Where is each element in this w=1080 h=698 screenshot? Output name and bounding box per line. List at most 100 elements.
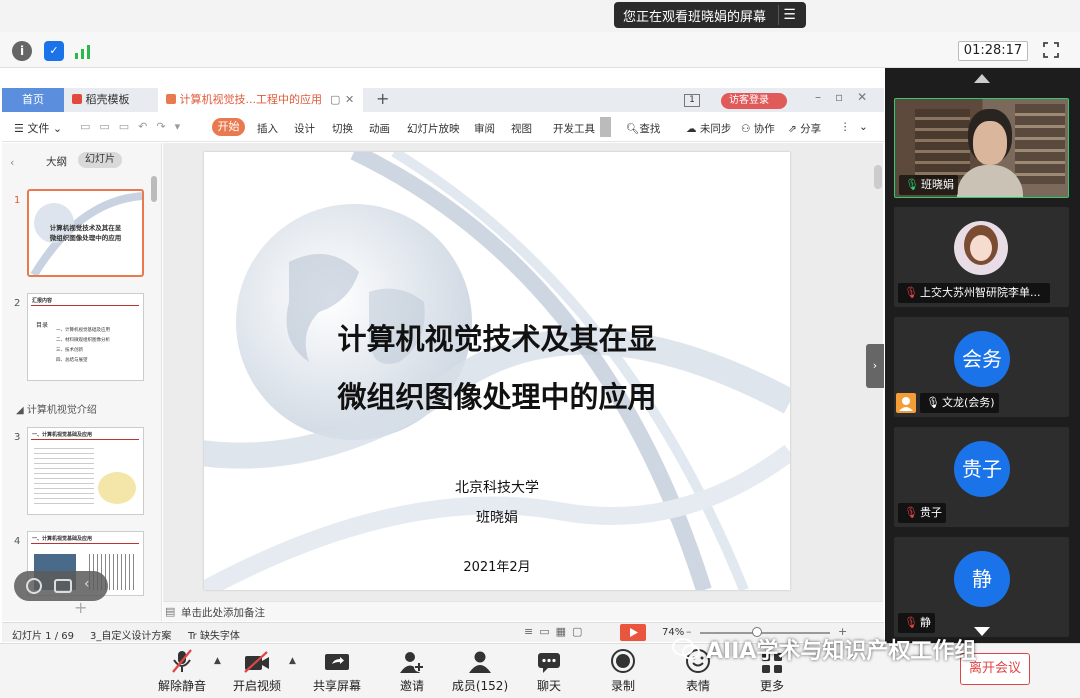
chat-button[interactable]: 聊天 <box>516 648 582 694</box>
avatar: 贵子 <box>954 441 1010 497</box>
mic-muted-icon: 🎙︎ <box>904 616 918 629</box>
ribbon-tab-insert[interactable]: 插入 <box>257 121 278 136</box>
collaborate-button[interactable]: ⚇ 协作 <box>741 121 775 136</box>
tab-document[interactable]: 计算机视觉技...工程中的应用 ▢ ✕ <box>158 88 363 112</box>
chat-icon <box>538 653 560 673</box>
participant-name: 🎙︎ 文龙(会务) <box>920 393 999 413</box>
thumb-scrollbar[interactable] <box>151 176 157 202</box>
video-tile-participant-3[interactable]: 会务 🎙︎ 文龙(会务) <box>894 317 1069 417</box>
window-count-badge[interactable]: 1 <box>684 94 700 107</box>
unmute-button[interactable]: 解除静音 <box>149 648 215 694</box>
slide-author: 班晓娟 <box>476 510 518 526</box>
file-menu[interactable]: ☰ 文件 ⌄ <box>14 120 62 136</box>
participant-name: 🎙︎ 贵子 <box>898 503 946 523</box>
ribbon-tab-developer[interactable]: 开发工具 <box>553 121 595 136</box>
avatar: 静 <box>954 551 1010 607</box>
video-off-icon <box>244 651 269 673</box>
slide-scrollbar[interactable] <box>874 165 882 189</box>
panel-tab-slides[interactable]: 幻灯片 <box>78 152 122 168</box>
participants-button[interactable]: 成员(152) <box>447 648 513 694</box>
font-icon: Tr <box>188 631 197 642</box>
mic-muted-icon: 🎙︎ <box>904 506 918 519</box>
tab-close-icon[interactable]: ✕ <box>345 88 354 112</box>
mic-active-icon: 🎙︎ <box>905 178 919 191</box>
fullscreen-icon[interactable] <box>1042 41 1060 59</box>
slide-thumbnail-1[interactable]: 计算机视觉技术及其在显 微组织图像处理中的应用 <box>27 189 144 277</box>
video-tile-participant-4[interactable]: 贵子 🎙︎ 贵子 <box>894 427 1069 527</box>
ribbon-tab-animation[interactable]: 动画 <box>369 121 390 136</box>
slide-thumbnail-3[interactable]: 一、计算机视觉基础及应用 <box>27 427 144 515</box>
start-video-button[interactable]: 开启视频 <box>224 648 290 694</box>
collapse-ribbon-icon[interactable]: ⌄ <box>859 121 868 133</box>
sync-status[interactable]: ☁ 未同步 <box>686 121 731 136</box>
tab-pin-icon[interactable]: ▢ <box>330 88 340 112</box>
participant-name: 🎙︎ 班晓娟 <box>899 175 958 195</box>
tab-home[interactable]: 首页 <box>2 88 64 112</box>
slide-title-line-1: 计算机视觉技术及其在显 <box>337 322 657 356</box>
add-slide-icon[interactable]: + <box>74 598 87 617</box>
invite-user-icon <box>400 652 424 673</box>
meeting-timer: 01:28:17 <box>958 41 1028 61</box>
share-button[interactable]: ⇗ 分享 <box>788 121 821 136</box>
slide-counter: 幻灯片 1 / 69 <box>12 631 74 642</box>
floating-tool-pill[interactable]: ‹ <box>14 571 108 601</box>
ppt-file-icon <box>166 94 176 104</box>
invite-button[interactable]: 邀请 <box>379 648 445 694</box>
info-icon[interactable]: i <box>12 41 32 61</box>
panel-tab-outline[interactable]: 大纲 <box>46 154 67 169</box>
play-slideshow-button[interactable] <box>620 624 646 641</box>
view-mode-icons[interactable]: ≡▭▦▢ <box>524 625 588 638</box>
ribbon-tab-slideshow[interactable]: 幻灯片放映 <box>407 121 460 136</box>
more-options-icon[interactable]: ⋮ <box>840 121 851 133</box>
record-button[interactable]: 录制 <box>590 648 656 694</box>
visitor-login-button[interactable]: 访客登录 <box>721 93 787 109</box>
ribbon-tab-design[interactable]: 设计 <box>294 121 315 136</box>
section-header[interactable]: ◢ 计算机视觉介绍 <box>16 401 97 416</box>
host-badge-icon <box>896 393 916 413</box>
ribbon-tab-view[interactable]: 视图 <box>511 121 532 136</box>
quick-access-icons[interactable]: ▭▭▭↶↷▾ <box>80 120 189 133</box>
record-icon <box>611 649 635 673</box>
avatar: 会务 <box>954 331 1010 387</box>
slide-title-line-2: 微组织图像处理中的应用 <box>337 380 657 414</box>
signal-icon[interactable] <box>73 42 93 60</box>
ribbon-tab-transition[interactable]: 切换 <box>332 121 353 136</box>
mic-muted-icon: 🎙︎ <box>904 286 918 299</box>
meeting-top-bar <box>0 32 1080 68</box>
docer-icon <box>72 94 82 104</box>
participant-name: 🎙︎ 静 <box>898 613 935 633</box>
missing-fonts[interactable]: Tr 缺失字体 <box>188 627 240 642</box>
ribbon-scroll-handle[interactable] <box>600 117 611 137</box>
notes-bar[interactable]: ▤ 单击此处添加备注 <box>163 601 883 621</box>
ribbon-tab-review[interactable]: 审阅 <box>474 121 495 136</box>
participants-icon <box>469 651 491 673</box>
share-screen-button[interactable]: 共享屏幕 <box>304 648 370 694</box>
theme-name[interactable]: 3_自定义设计方案 <box>90 627 171 642</box>
watermark: AIIA学术与知识产权工作组 <box>672 632 976 666</box>
ribbon-tab-start[interactable]: 开始 <box>212 118 245 136</box>
current-slide: 计算机视觉技术及其在显 微组织图像处理中的应用 北京科技大学 班晓娟 2021年… <box>204 152 790 590</box>
security-shield-icon[interactable]: ✓ <box>44 41 64 61</box>
share-banner-text: 您正在观看班晓娟的屏幕 <box>623 9 767 25</box>
participant-face <box>973 121 1007 165</box>
video-options-chevron-icon[interactable]: ▲ <box>289 656 296 666</box>
expand-panel-icon[interactable]: › <box>866 344 884 388</box>
share-screen-icon <box>325 654 349 670</box>
search-icon: 🔍︎ <box>626 123 640 135</box>
panel-collapse-icon[interactable]: ‹ <box>10 156 14 169</box>
window-controls[interactable]: –▫✕ <box>815 90 881 104</box>
video-tile-speaker[interactable]: 🎙︎ 班晓娟 <box>894 98 1069 198</box>
search-command[interactable]: 🔍︎查找 <box>626 121 660 136</box>
audio-options-chevron-icon[interactable]: ▲ <box>214 656 221 666</box>
avatar <box>954 221 1008 275</box>
mic-icon: 🎙︎ <box>926 396 940 409</box>
screen-share-banner: 您正在观看班晓娟的屏幕 ☰ <box>614 2 806 28</box>
scroll-up-icon[interactable] <box>973 72 991 84</box>
video-tile-participant-2[interactable]: 🎙︎ 上交大苏州智研院李单... <box>894 207 1069 307</box>
tab-docer-templates[interactable]: 稻壳模板 <box>64 88 156 112</box>
slide-thumbnail-2[interactable]: 汇报内容 目录 一、计算机视觉基础及应用 二、材料微观组织图像分析 三、技术创新… <box>27 293 144 381</box>
video-tile-participant-5[interactable]: 静 🎙︎ 静 <box>894 537 1069 637</box>
menu-icon[interactable]: ☰ <box>778 5 800 25</box>
new-tab-icon[interactable]: + <box>376 89 389 108</box>
mic-muted-icon <box>172 649 192 673</box>
